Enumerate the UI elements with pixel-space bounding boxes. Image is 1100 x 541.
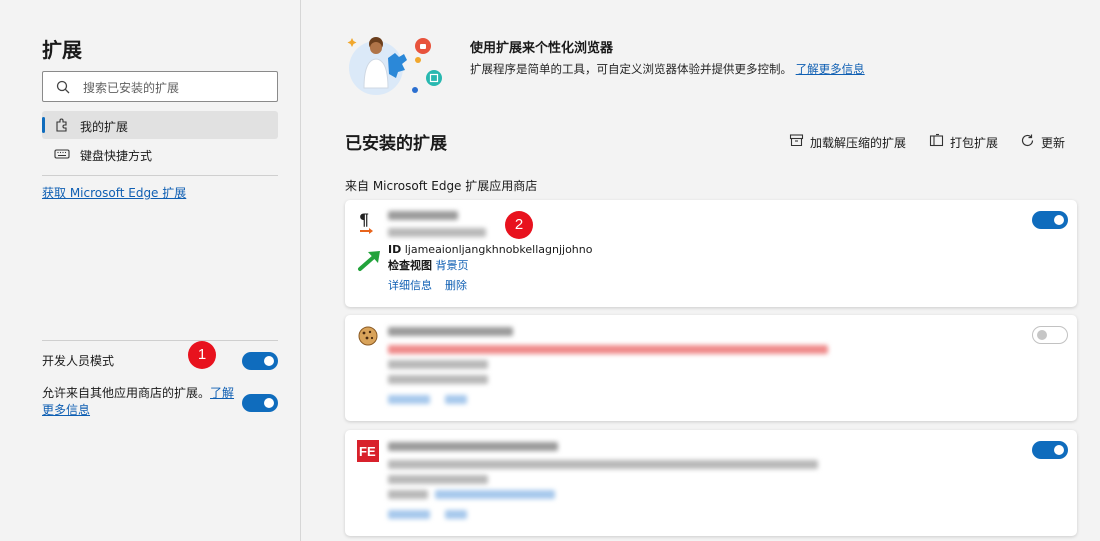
remove-link-redacted bbox=[445, 395, 467, 404]
banner-illustration bbox=[346, 30, 446, 102]
divider bbox=[42, 340, 278, 341]
sidebar: 扩展 搜索已安装的扩展 我的扩展 键盘快捷方式 获取 Microsoft Edg… bbox=[0, 0, 301, 541]
arrow-icon bbox=[357, 248, 383, 276]
banner-description-text: 扩展程序是简单的工具，可自定义浏览器体验并提供更多控制。 bbox=[470, 62, 792, 76]
details-link-redacted bbox=[388, 510, 430, 519]
search-placeholder: 搜索已安装的扩展 bbox=[83, 81, 180, 95]
details-link[interactable]: 详细信息 bbox=[388, 277, 432, 293]
nav-item-keyboard-shortcuts[interactable]: 键盘快捷方式 bbox=[42, 140, 278, 168]
extension-enable-toggle[interactable] bbox=[1032, 211, 1068, 229]
extension-id-value: ljameaionljangkhnobkellagnjjohno bbox=[404, 243, 593, 256]
remove-link-redacted bbox=[445, 510, 467, 519]
extension-card: FE bbox=[345, 430, 1077, 536]
banner-title: 使用扩展来个性化浏览器 bbox=[470, 41, 614, 56]
active-indicator bbox=[42, 117, 45, 133]
puzzle-icon bbox=[54, 117, 70, 136]
extension-card: ¶ ID ljameaionljangkhnobkellagnjjohno 检查… bbox=[345, 200, 1077, 307]
banner-description: 扩展程序是简单的工具，可自定义浏览器体验并提供更多控制。 了解更多信息 bbox=[470, 61, 865, 77]
background-page-link[interactable]: 背景页 bbox=[436, 259, 469, 272]
annotation-badge-2: 2 bbox=[505, 211, 533, 239]
search-input[interactable]: 搜索已安装的扩展 bbox=[42, 71, 278, 102]
extension-id-label: ID bbox=[388, 243, 402, 256]
nav-item-label: 我的扩展 bbox=[80, 120, 129, 134]
extension-description-redacted bbox=[388, 360, 488, 369]
source-store-label: 来自 Microsoft Edge 扩展应用商店 bbox=[345, 179, 538, 193]
update-button[interactable]: 更新 bbox=[1020, 133, 1065, 151]
banner-learn-more-link[interactable]: 了解更多信息 bbox=[796, 62, 865, 76]
developer-mode-label: 开发人员模式 bbox=[42, 354, 115, 368]
extension-id-redacted bbox=[388, 475, 488, 484]
extension-id: ID ljameaionljangkhnobkellagnjjohno bbox=[388, 243, 592, 256]
background-link-redacted bbox=[435, 490, 555, 499]
extension-error-redacted bbox=[388, 345, 828, 354]
extension-id-redacted bbox=[388, 375, 488, 384]
allow-other-stores-label: 允许来自其他应用商店的扩展。了解更多信息 bbox=[42, 385, 242, 419]
load-unpacked-button[interactable]: 加载解压缩的扩展 bbox=[789, 133, 906, 151]
annotation-badge-1: 1 bbox=[188, 341, 216, 369]
developer-mode-toggle[interactable] bbox=[242, 352, 278, 370]
nav-item-label: 键盘快捷方式 bbox=[80, 149, 153, 163]
extension-version-redacted bbox=[388, 228, 486, 237]
svg-text:¶: ¶ bbox=[359, 210, 369, 229]
update-label: 更新 bbox=[1041, 135, 1066, 150]
nav-item-my-extensions[interactable]: 我的扩展 bbox=[42, 111, 278, 139]
fe-helper-icon: FE bbox=[357, 440, 379, 466]
extension-card bbox=[345, 315, 1077, 421]
archive-icon bbox=[789, 133, 804, 151]
load-unpacked-label: 加载解压缩的扩展 bbox=[810, 135, 907, 150]
pack-extension-button[interactable]: 打包扩展 bbox=[929, 133, 998, 151]
paragraph-icon: ¶ bbox=[357, 210, 379, 238]
allow-other-stores-text: 允许来自其他应用商店的扩展。 bbox=[42, 386, 211, 400]
inspect-views-label: 检查视图 bbox=[388, 259, 432, 272]
svg-text:FE: FE bbox=[359, 444, 376, 459]
extension-enable-toggle[interactable] bbox=[1032, 326, 1068, 344]
extension-name-redacted bbox=[388, 211, 458, 220]
extension-enable-toggle[interactable] bbox=[1032, 441, 1068, 459]
refresh-icon bbox=[1020, 133, 1035, 151]
search-icon bbox=[56, 79, 70, 98]
pack-extension-label: 打包扩展 bbox=[950, 135, 999, 150]
extension-name-redacted bbox=[388, 327, 513, 336]
get-edge-extensions-link[interactable]: 获取 Microsoft Edge 扩展 bbox=[42, 184, 186, 201]
remove-link[interactable]: 删除 bbox=[445, 277, 467, 293]
cookie-icon bbox=[357, 325, 379, 351]
extension-description-redacted bbox=[388, 460, 818, 469]
divider bbox=[42, 175, 278, 176]
details-link-redacted bbox=[388, 395, 430, 404]
allow-other-stores-toggle[interactable] bbox=[242, 394, 278, 412]
inspect-views: 检查视图 背景页 bbox=[388, 257, 469, 273]
extension-name-redacted bbox=[388, 442, 558, 451]
keyboard-icon bbox=[54, 146, 70, 165]
package-icon bbox=[929, 133, 944, 151]
inspect-views-redacted bbox=[388, 490, 428, 499]
sidebar-title: 扩展 bbox=[42, 38, 82, 62]
installed-extensions-title: 已安装的扩展 bbox=[345, 134, 447, 154]
